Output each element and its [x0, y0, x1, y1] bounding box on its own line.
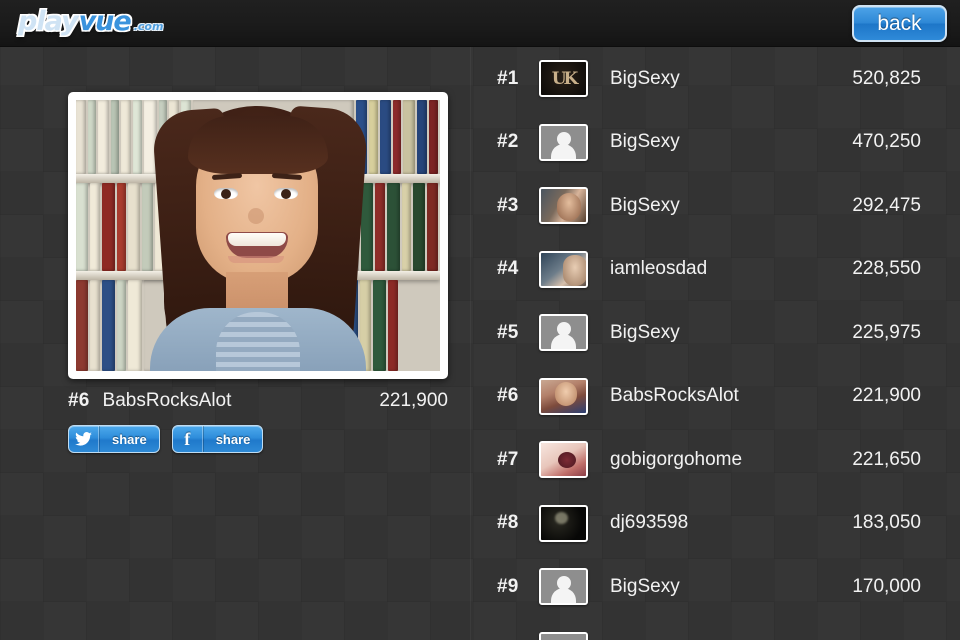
table-row[interactable]: #4 iamleosdad 228,550: [470, 238, 960, 302]
avatar: [539, 250, 588, 288]
row-username: BigSexy: [610, 67, 680, 89]
twitter-bird-icon: [69, 426, 99, 452]
avatar: [539, 568, 588, 606]
row-score: 228,550: [852, 258, 921, 280]
share-facebook-label: share: [202, 426, 263, 452]
share-twitter-label: share: [99, 426, 159, 452]
row-rank: #3: [497, 194, 519, 216]
row-score: 221,900: [852, 385, 921, 407]
avatar: [539, 377, 588, 415]
facebook-f-icon: f: [173, 426, 203, 452]
table-row[interactable]: #6 BabsRocksAlot 221,900: [470, 365, 960, 429]
row-username: BigSexy: [610, 321, 680, 343]
leaderboard-list[interactable]: #1 UK BigSexy 520,825 #2 BigSexy 470,250…: [470, 47, 960, 640]
row-username: BigSexy: [610, 131, 680, 153]
avatar: [539, 441, 588, 479]
playvue-logo[interactable]: play vue .com: [18, 6, 163, 40]
avatar: [539, 631, 588, 640]
share-twitter-button[interactable]: share: [68, 425, 160, 453]
row-rank: #2: [497, 131, 519, 153]
row-username: BigSexy: [610, 194, 680, 216]
logo-text-play: play: [18, 6, 79, 37]
share-row: share f share: [68, 425, 264, 453]
row-rank: #6: [497, 385, 519, 407]
row-username: BigSexy: [610, 575, 680, 597]
featured-photo-frame[interactable]: [68, 92, 448, 379]
table-row[interactable]: #1 UK BigSexy 520,825: [470, 47, 960, 111]
row-rank: #5: [497, 321, 519, 343]
row-username: iamleosdad: [610, 258, 708, 280]
table-row-partial[interactable]: [470, 619, 960, 640]
row-score: 221,650: [852, 448, 921, 470]
table-row[interactable]: #7 gobigorgohome 221,650: [470, 428, 960, 492]
row-score: 183,050: [852, 512, 921, 534]
featured-photo: [76, 100, 440, 371]
avatar: [539, 504, 588, 542]
logo-text-com: .com: [133, 20, 164, 33]
avatar: UK: [539, 60, 588, 98]
row-rank: #9: [497, 575, 519, 597]
featured-score: 221,900: [379, 390, 448, 411]
row-username: dj693598: [610, 512, 689, 534]
row-rank: #4: [497, 258, 519, 280]
row-score: 520,825: [852, 67, 921, 89]
table-row[interactable]: #9 BigSexy 170,000: [470, 555, 960, 619]
featured-panel: #6 BabsRocksAlot 221,900 share f share: [0, 47, 470, 640]
table-row[interactable]: #8 dj693598 183,050: [470, 492, 960, 556]
row-rank: #8: [497, 512, 519, 534]
row-score: 225,975: [852, 321, 921, 343]
avatar: [539, 123, 588, 161]
row-username: BabsRocksAlot: [610, 385, 739, 407]
featured-name: BabsRocksAlot: [102, 390, 232, 411]
avatar: [539, 187, 588, 225]
table-row[interactable]: #5 BigSexy 225,975: [470, 301, 960, 365]
app-header: play vue .com back: [0, 0, 960, 47]
row-score: 292,475: [852, 194, 921, 216]
logo-text-vue: vue: [78, 6, 132, 37]
featured-rank: #6: [68, 390, 90, 411]
row-rank: #7: [497, 448, 519, 470]
row-score: 470,250: [852, 131, 921, 153]
share-facebook-button[interactable]: f share: [171, 425, 264, 453]
table-row[interactable]: #2 BigSexy 470,250: [470, 111, 960, 175]
row-score: 170,000: [852, 575, 921, 597]
avatar: [539, 314, 588, 352]
portrait-illustration: [76, 100, 440, 371]
row-username: gobigorgohome: [610, 448, 743, 470]
back-button[interactable]: back: [852, 5, 947, 42]
leaderboard-page: play vue .com back #6 BabsRocksAlot 221,…: [0, 0, 960, 640]
featured-meta: #6 BabsRocksAlot 221,900: [68, 388, 448, 414]
row-rank: #1: [497, 67, 519, 89]
table-row[interactable]: #3 BigSexy 292,475: [470, 174, 960, 238]
